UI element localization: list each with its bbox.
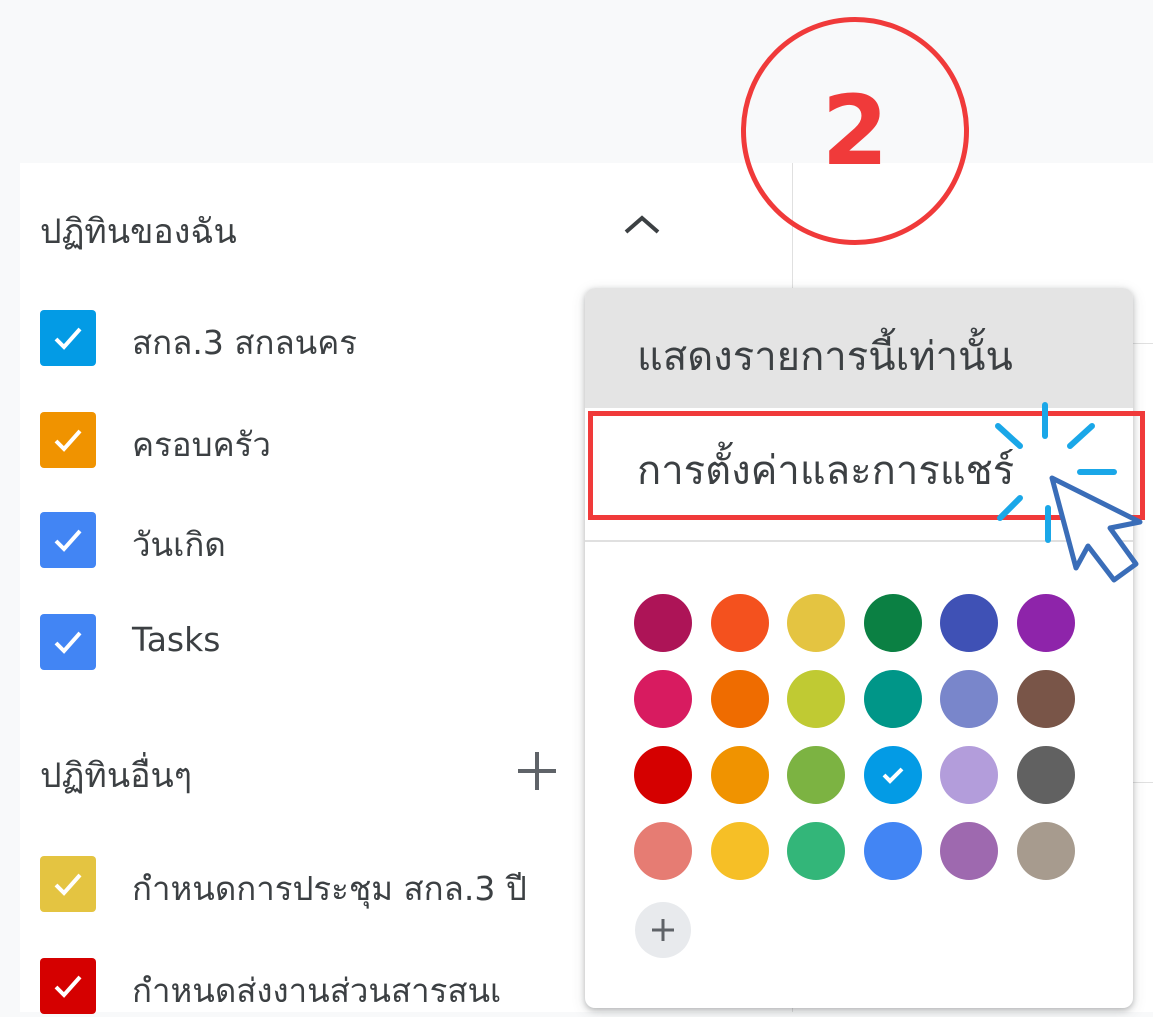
calendar-label: Tasks — [132, 620, 221, 659]
color-swatch[interactable] — [1016, 594, 1075, 652]
add-custom-color-button[interactable] — [635, 902, 691, 958]
grid-line — [1133, 343, 1153, 344]
color-swatch[interactable] — [1016, 822, 1075, 880]
checkbox[interactable] — [40, 310, 96, 366]
check-icon — [882, 767, 903, 784]
plus-icon[interactable] — [514, 748, 560, 798]
color-swatch[interactable] — [710, 822, 769, 880]
color-swatch[interactable] — [634, 822, 692, 880]
calendar-label: กำหนดการประชุม สกล.3 ปี — [132, 869, 527, 908]
color-swatch[interactable] — [1016, 746, 1075, 804]
calendar-label: ครอบครัว — [132, 425, 271, 464]
color-swatch[interactable] — [787, 670, 845, 728]
color-swatch[interactable] — [940, 670, 998, 728]
check-icon — [54, 529, 82, 552]
plus-icon — [652, 919, 674, 941]
grid-line — [1133, 782, 1153, 783]
checkbox[interactable] — [40, 412, 96, 468]
color-swatch[interactable] — [710, 670, 769, 728]
calendar-item[interactable]: สกล.3 สกลนคร — [40, 310, 600, 366]
checkbox[interactable] — [40, 614, 96, 670]
color-swatch[interactable] — [634, 746, 692, 804]
color-swatch[interactable] — [787, 746, 845, 804]
color-swatch[interactable] — [634, 594, 692, 652]
check-icon — [54, 873, 82, 896]
calendar-options-menu: แสดงรายการนี้เท่านั้น การตั้งค่าและการแช… — [585, 288, 1133, 1008]
calendar-label: สกล.3 สกลนคร — [132, 323, 358, 362]
top-bar-background — [0, 0, 1153, 163]
color-swatch[interactable] — [940, 822, 998, 880]
calendar-label: วันเกิด — [132, 525, 226, 564]
step-badge: 2 — [741, 17, 969, 245]
calendar-item[interactable]: ครอบครัว — [40, 412, 600, 468]
color-swatch[interactable] — [634, 670, 692, 728]
color-swatch[interactable] — [863, 746, 922, 804]
calendar-item[interactable]: วันเกิด — [40, 512, 600, 568]
calendar-item[interactable]: Tasks — [40, 614, 600, 670]
color-swatch[interactable] — [710, 746, 769, 804]
color-swatch[interactable] — [710, 594, 769, 652]
color-swatch[interactable] — [863, 822, 922, 880]
chevron-up-icon[interactable] — [622, 208, 662, 242]
pointer-cursor-icon — [995, 402, 1143, 583]
calendar-label: กำหนดส่งงานส่วนสารสนเ — [132, 971, 502, 1010]
display-this-only-item[interactable]: แสดงรายการนี้เท่านั้น — [585, 288, 1133, 408]
calendar-item[interactable]: กำหนดส่งงานส่วนสารสนเ — [40, 958, 600, 1014]
other-calendars-title: ปฏิทินอื่นๆ — [40, 756, 192, 796]
color-swatch[interactable] — [787, 594, 845, 652]
color-swatch[interactable] — [863, 670, 922, 728]
menu-item-label: แสดงรายการนี้เท่านั้น — [637, 334, 1013, 380]
check-icon — [54, 631, 82, 654]
checkbox[interactable] — [40, 856, 96, 912]
color-swatch[interactable] — [863, 594, 922, 652]
check-icon — [54, 429, 82, 452]
color-swatch[interactable] — [940, 746, 998, 804]
check-icon — [54, 975, 82, 998]
step-number: 2 — [821, 75, 889, 187]
my-calendars-title: ปฏิทินของฉัน — [40, 212, 237, 252]
check-icon — [54, 327, 82, 350]
checkbox[interactable] — [40, 512, 96, 568]
color-swatch[interactable] — [787, 822, 845, 880]
color-swatch[interactable] — [1016, 670, 1075, 728]
checkbox[interactable] — [40, 958, 96, 1014]
color-swatch[interactable] — [940, 594, 998, 652]
calendar-item[interactable]: กำหนดการประชุม สกล.3 ปี — [40, 856, 600, 912]
